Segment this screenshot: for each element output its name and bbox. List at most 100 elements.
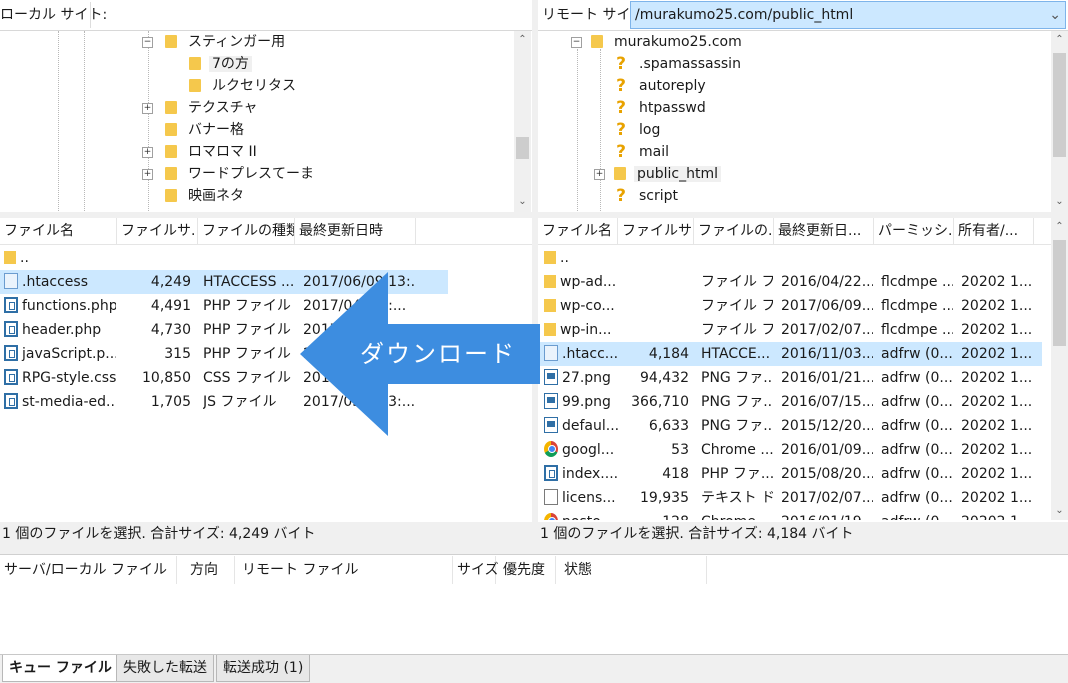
tree-node[interactable]: − スティンガー用	[142, 31, 288, 53]
file-row[interactable]: wp-ad... ファイル フ... 2016/04/22... flcdmpe ..…	[538, 270, 1050, 294]
column-header-filename[interactable]: ファイル名	[538, 218, 618, 244]
tree-node[interactable]: バナー格	[142, 119, 247, 141]
file-name: index....	[562, 466, 619, 482]
tree-node[interactable]: − murakumo25.com	[571, 31, 745, 53]
tree-node-label: 映画ネタ	[188, 188, 244, 204]
scroll-up-icon[interactable]: ⌃	[1051, 31, 1068, 48]
file-type: PHP ファイル	[203, 322, 291, 338]
tree-node[interactable]: ? log	[594, 119, 663, 141]
file-name-cell: functions.php	[4, 294, 116, 318]
file-row[interactable]: nosto... 128 Chrome ... 2016/01/19... adfrw …	[538, 510, 1050, 520]
tree-node[interactable]: ? .spamassassin	[594, 53, 744, 75]
php-file-icon	[4, 321, 18, 337]
expand-icon[interactable]: +	[594, 168, 605, 180]
image-file-icon	[544, 393, 558, 409]
scroll-thumb[interactable]	[1053, 240, 1066, 346]
file-row[interactable]: 99.png 366,710 PNG ファ... 2016/07/15... adfrw…	[538, 390, 1050, 414]
file-row[interactable]: .htacc... 4,184 HTACCE... 2016/11/03... adfr…	[538, 342, 1042, 366]
column-header-filetype[interactable]: ファイルの...	[694, 218, 774, 244]
local-site-field[interactable]	[90, 2, 531, 28]
text-file-icon	[544, 489, 558, 505]
file-size	[117, 246, 191, 270]
tree-node[interactable]: 7の方	[166, 53, 252, 75]
expand-icon[interactable]: +	[142, 102, 153, 114]
file-row[interactable]: googl... 53 Chrome ... 2016/01/09... adfrw (…	[538, 438, 1050, 462]
file-type: HTACCESS ...	[203, 274, 293, 290]
chevron-down-icon[interactable]: ⌄	[1045, 2, 1061, 28]
column-header-filesize[interactable]: ファイルサ...	[117, 218, 198, 244]
tree-node[interactable]: + ロマロマ II	[142, 141, 260, 163]
question-icon: ?	[616, 54, 626, 74]
tree-node[interactable]: ? htpasswd	[594, 97, 709, 119]
column-header-priority[interactable]: 優先度	[499, 556, 556, 584]
file-name-cell: index....	[544, 462, 620, 486]
file-row[interactable]: 27.png 94,432 PNG ファ... 2016/01/21... adfrw …	[538, 366, 1050, 390]
column-header-owner[interactable]: 所有者/...	[954, 218, 1034, 244]
column-header-direction[interactable]: 方向	[186, 556, 235, 584]
file-row[interactable]: wp-in... ファイル フ... 2017/02/07... flcdmpe ..…	[538, 318, 1050, 342]
tab-failed-transfers[interactable]: 失敗した転送	[116, 655, 214, 682]
scroll-thumb[interactable]	[1053, 53, 1066, 157]
file-row[interactable]: ..	[0, 246, 512, 270]
scroll-thumb[interactable]	[516, 137, 529, 159]
folder-icon	[165, 122, 177, 136]
folder-icon	[544, 250, 556, 264]
file-name: defaul...	[562, 418, 620, 434]
tree-node[interactable]: + テクスチャ	[142, 97, 260, 119]
file-permissions: adfrw (0...	[881, 370, 953, 386]
column-header-local-file[interactable]: サーバ/ローカル ファイル	[0, 556, 177, 584]
scroll-down-icon[interactable]: ⌄	[514, 193, 531, 210]
tree-node[interactable]: ? script	[594, 185, 681, 207]
download-arrow-annotation: ダウンロード	[300, 272, 540, 436]
column-header-modified[interactable]: 最終更新日時	[295, 218, 416, 244]
file-name: nosto...	[562, 514, 614, 520]
file-type: PNG ファ...	[701, 370, 773, 386]
column-header-status[interactable]: 状態	[560, 556, 707, 584]
file-row[interactable]: index.... 418 PHP ファ... 2015/08/20... adfrw …	[538, 462, 1050, 486]
remote-file-scrollbar[interactable]: ⌃ ⌄	[1051, 218, 1068, 520]
file-modified: 2016/07/15...	[781, 394, 873, 410]
column-header-permissions[interactable]: パーミッシ...	[874, 218, 954, 244]
scroll-up-icon[interactable]: ⌃	[1051, 218, 1068, 235]
file-row[interactable]: ..	[538, 246, 1050, 270]
expand-icon[interactable]: +	[142, 168, 153, 180]
js-file-icon	[4, 393, 18, 409]
scroll-down-icon[interactable]: ⌄	[1051, 193, 1068, 210]
tree-node[interactable]: ? autoreply	[594, 75, 709, 97]
file-name-cell: nosto...	[544, 510, 620, 520]
collapse-icon[interactable]: −	[571, 36, 582, 48]
collapse-icon[interactable]: −	[142, 36, 153, 48]
remote-tree-scrollbar[interactable]: ⌃ ⌄	[1051, 31, 1068, 213]
folder-icon	[189, 56, 201, 70]
tab-successful-transfers[interactable]: 転送成功 (1)	[216, 655, 311, 682]
file-type: HTACCE...	[701, 346, 771, 362]
tab-queued-files[interactable]: キュー ファイル	[2, 655, 119, 682]
column-header-filesize[interactable]: ファイルサ...	[618, 218, 694, 244]
tree-node[interactable]: ? mail	[594, 141, 672, 163]
tree-node[interactable]: + public_html	[594, 163, 722, 185]
image-file-icon	[544, 369, 558, 385]
file-row[interactable]: defaul... 6,633 PNG ファ... 2015/12/20... adfr…	[538, 414, 1050, 438]
column-header-filename[interactable]: ファイル名	[0, 218, 117, 244]
file-row[interactable]: wp-co... ファイル フ... 2017/06/09... flcdmpe ..…	[538, 294, 1050, 318]
tree-node[interactable]: ルクセリタス	[166, 75, 299, 97]
expand-icon[interactable]: +	[142, 146, 153, 158]
tree-node[interactable]: + ワードプレスてーま	[142, 163, 317, 185]
local-tree-scrollbar[interactable]: ⌃ ⌄	[514, 31, 531, 213]
folder-icon	[591, 34, 603, 48]
file-modified: 2017/02/07...	[781, 322, 873, 338]
tree-node-label: .spamassassin	[639, 56, 741, 72]
column-header-filetype[interactable]: ファイルの種類	[198, 218, 295, 244]
remote-path-field[interactable]: /murakumo25.com/public_html ⌄	[630, 1, 1066, 29]
column-header-remote-file[interactable]: リモート ファイル	[238, 556, 453, 584]
scroll-down-icon[interactable]: ⌄	[1051, 502, 1068, 519]
tree-node[interactable]: 映画ネタ	[142, 185, 247, 207]
column-header-modified[interactable]: 最終更新日...	[774, 218, 874, 244]
tree-node-label: スティンガー用	[188, 34, 286, 50]
file-icon	[4, 273, 18, 289]
file-name-cell: wp-in...	[544, 318, 620, 342]
file-permissions: flcdmpe ...	[881, 322, 953, 338]
file-row[interactable]: licens... 19,935 テキスト ド... 2017/02/07... adf…	[538, 486, 1050, 510]
scroll-up-icon[interactable]: ⌃	[514, 31, 531, 48]
column-header-size[interactable]: サイズ	[453, 556, 499, 584]
